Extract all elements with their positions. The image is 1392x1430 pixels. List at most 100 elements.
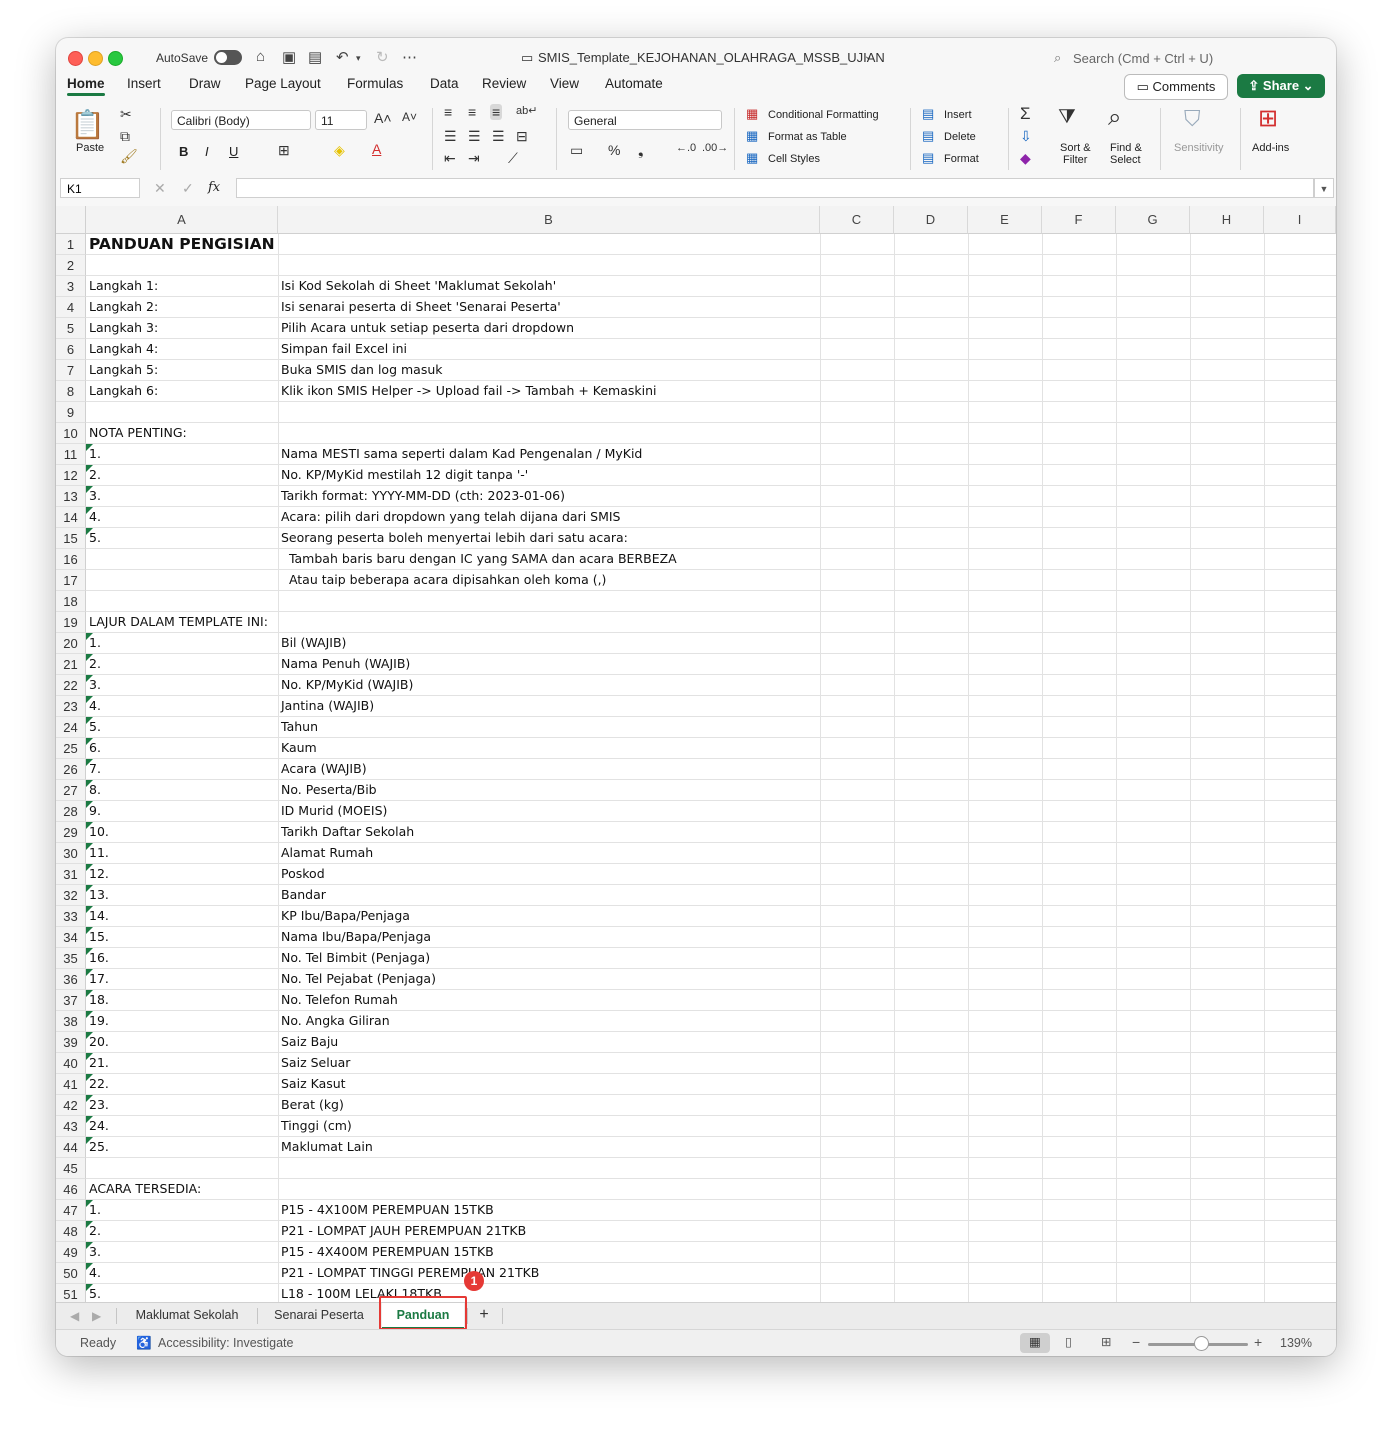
row-header[interactable]: 43 — [56, 1116, 86, 1137]
cell-b[interactable]: P21 - LOMPAT JAUH PEREMPUAN 21TKB — [281, 1221, 526, 1241]
cell-b[interactable]: Acara (WAJIB) — [281, 759, 367, 779]
copy-icon[interactable]: ⧉ — [120, 128, 130, 145]
table-row[interactable]: 18. No. Telefon Rumah — [86, 990, 1336, 1011]
delete-cells-button[interactable]: Delete — [944, 131, 976, 143]
row-header[interactable]: 35 — [56, 948, 86, 969]
cell-b[interactable]: P15 - 4X400M PEREMPUAN 15TKB — [281, 1242, 494, 1262]
table-row[interactable]: 4. Jantina (WAJIB) — [86, 696, 1336, 717]
cell-a[interactable]: Langkah 3: — [89, 318, 158, 338]
cell-b[interactable]: P15 - 4X100M PEREMPUAN 15TKB — [281, 1200, 494, 1220]
underline-button[interactable]: U — [229, 144, 238, 159]
error-indicator-icon[interactable] — [86, 990, 93, 997]
cell-a[interactable]: NOTA PENTING: — [89, 423, 187, 443]
borders-icon[interactable]: ⊞ — [278, 142, 290, 159]
row-header[interactable]: 33 — [56, 906, 86, 927]
align-right-icon[interactable]: ☰ — [492, 128, 505, 145]
cell-a[interactable]: Langkah 4: — [89, 339, 158, 359]
column-header-f[interactable]: F — [1042, 206, 1116, 234]
error-indicator-icon[interactable] — [86, 1053, 93, 1060]
error-indicator-icon[interactable] — [86, 969, 93, 976]
cell-a[interactable]: Langkah 6: — [89, 381, 158, 401]
table-row[interactable]: 3. Tarikh format: YYYY-MM-DD (cth: 2023-0… — [86, 486, 1336, 507]
format-cells-button[interactable]: Format — [944, 153, 979, 165]
table-row[interactable]: NOTA PENTING: — [86, 423, 1336, 444]
cell-b[interactable]: Tarikh Daftar Sekolah — [281, 822, 414, 842]
cell-b[interactable]: Isi Kod Sekolah di Sheet 'Maklumat Sekol… — [281, 276, 556, 296]
table-row[interactable]: 2. No. KP/MyKid mestilah 12 digit tanpa '… — [86, 465, 1336, 486]
cell-b[interactable]: KP Ibu/Bapa/Penjaga — [281, 906, 410, 926]
cell-b[interactable]: Buka SMIS dan log masuk — [281, 360, 443, 380]
cell-b[interactable]: Seorang peserta boleh menyertai lebih da… — [281, 528, 628, 548]
row-header[interactable]: 25 — [56, 738, 86, 759]
minimize-window-button[interactable] — [88, 51, 103, 66]
increase-indent-icon[interactable]: ⇥ — [468, 150, 480, 167]
error-indicator-icon[interactable] — [86, 1221, 93, 1228]
table-row[interactable]: 12. Poskod — [86, 864, 1336, 885]
row-header[interactable]: 39 — [56, 1032, 86, 1053]
fill-icon[interactable]: ⇩ — [1020, 128, 1032, 145]
error-indicator-icon[interactable] — [86, 465, 93, 472]
cell-b[interactable]: Tinggi (cm) — [281, 1116, 352, 1136]
row-header[interactable]: 14 — [56, 507, 86, 528]
cell-b[interactable]: Bandar — [281, 885, 326, 905]
cell-b[interactable]: P21 - LOMPAT TINGGI PEREMPUAN 21TKB — [281, 1263, 539, 1283]
row-header[interactable]: 1 — [56, 234, 86, 255]
comma-style-icon[interactable]: ❟ — [638, 142, 644, 159]
error-indicator-icon[interactable] — [86, 1242, 93, 1249]
error-indicator-icon[interactable] — [86, 654, 93, 661]
cell-a[interactable]: Langkah 1: — [89, 276, 158, 296]
row-header[interactable]: 34 — [56, 927, 86, 948]
table-row[interactable]: 3. No. KP/MyKid (WAJIB) — [86, 675, 1336, 696]
row-header[interactable]: 49 — [56, 1242, 86, 1263]
tab-automate[interactable]: Automate — [605, 76, 663, 91]
cut-icon[interactable]: ✂ — [120, 106, 132, 123]
cell-b[interactable]: Saiz Seluar — [281, 1053, 350, 1073]
cell-b[interactable]: Klik ikon SMIS Helper -> Upload fail -> … — [281, 381, 657, 401]
cell-b[interactable]: Simpan fail Excel ini — [281, 339, 407, 359]
row-header[interactable]: 27 — [56, 780, 86, 801]
row-header[interactable]: 18 — [56, 591, 86, 612]
table-row[interactable]: 20. Saiz Baju — [86, 1032, 1336, 1053]
row-header[interactable]: 38 — [56, 1011, 86, 1032]
decrease-font-icon[interactable]: A˅ — [402, 110, 417, 124]
row-header[interactable]: 5 — [56, 318, 86, 339]
maximize-window-button[interactable] — [108, 51, 123, 66]
row-header[interactable]: 36 — [56, 969, 86, 990]
table-row[interactable]: 23. Berat (kg) — [86, 1095, 1336, 1116]
cell-b[interactable]: Tarikh format: YYYY-MM-DD (cth: 2023-01-… — [281, 486, 565, 506]
tab-formulas[interactable]: Formulas — [347, 76, 403, 91]
row-header[interactable]: 11 — [56, 444, 86, 465]
cell-b[interactable]: Saiz Kasut — [281, 1074, 346, 1094]
row-header[interactable]: 40 — [56, 1053, 86, 1074]
error-indicator-icon[interactable] — [86, 1095, 93, 1102]
cell-b[interactable]: Pilih Acara untuk setiap peserta dari dr… — [281, 318, 574, 338]
error-indicator-icon[interactable] — [86, 1284, 93, 1291]
table-row[interactable]: 15. Nama Ibu/Bapa/Penjaga — [86, 927, 1336, 948]
row-header[interactable]: 16 — [56, 549, 86, 570]
cell-a[interactable]: PANDUAN PENGISIAN — [89, 234, 275, 254]
cell-b[interactable]: No. KP/MyKid mestilah 12 digit tanpa '-' — [281, 465, 528, 485]
page-break-view-button[interactable]: ⊞ — [1092, 1333, 1122, 1353]
cancel-icon[interactable]: ✕ — [154, 180, 166, 197]
error-indicator-icon[interactable] — [86, 633, 93, 640]
table-row[interactable]: Langkah 5: Buka SMIS dan log masuk — [86, 360, 1336, 381]
column-header-e[interactable]: E — [968, 206, 1042, 234]
cell-b[interactable]: Poskod — [281, 864, 325, 884]
table-row[interactable]: 11. Alamat Rumah — [86, 843, 1336, 864]
undo-icon[interactable]: ↶ — [336, 48, 349, 66]
bold-button[interactable]: B — [179, 144, 188, 159]
sensitivity-button[interactable]: Sensitivity — [1174, 142, 1224, 154]
row-header[interactable]: 9 — [56, 402, 86, 423]
error-indicator-icon[interactable] — [86, 1011, 93, 1018]
row-header[interactable]: 45 — [56, 1158, 86, 1179]
row-header[interactable]: 17 — [56, 570, 86, 591]
error-indicator-icon[interactable] — [86, 822, 93, 829]
accessibility-status[interactable]: Accessibility: Investigate — [158, 1336, 293, 1350]
cell-b[interactable]: Nama Penuh (WAJIB) — [281, 654, 410, 674]
cell-b[interactable]: ID Murid (MOEIS) — [281, 801, 387, 821]
close-window-button[interactable] — [68, 51, 83, 66]
italic-button[interactable]: I — [205, 144, 209, 159]
error-indicator-icon[interactable] — [86, 1116, 93, 1123]
table-row[interactable]: Langkah 4: Simpan fail Excel ini — [86, 339, 1336, 360]
table-row[interactable]: 17. No. Tel Pejabat (Penjaga) — [86, 969, 1336, 990]
